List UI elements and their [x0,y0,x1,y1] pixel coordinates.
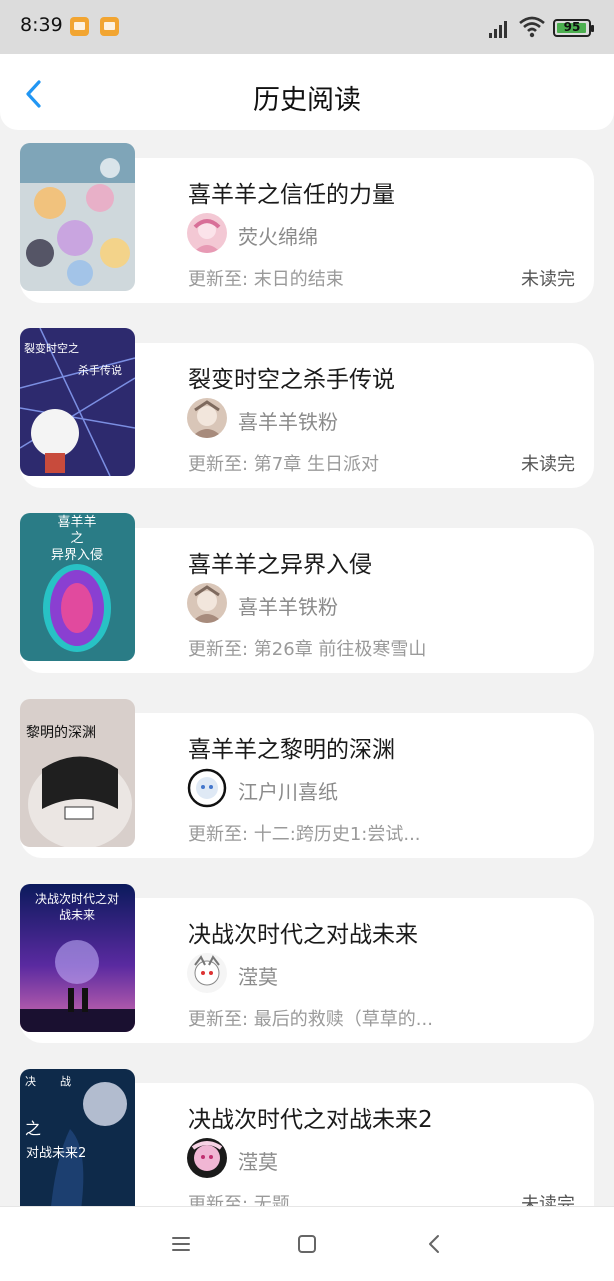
cover-text: 之 [25,1119,41,1138]
cover-text: 对战未来2 [26,1146,86,1161]
author-name: 喜羊羊铁粉 [238,410,338,434]
book-title: 决战次时代之对战未来2 [188,1107,433,1133]
book-cover[interactable]: 决战次时代之对 战未来 [20,884,135,1032]
latest-chapter: 更新至: 第26章 前往极寒雪山 [188,639,427,660]
latest-chapter: 更新至: 无题 [188,1194,290,1206]
battery-level: 95 [563,20,581,34]
latest-chapter: 更新至: 第7章 生日派对 [188,454,379,475]
cover-text: 决战次时代之对 [35,892,119,906]
cover-text: 战 [60,1075,71,1088]
book-cover[interactable]: 喜羊羊 之 异界入侵 [20,513,135,661]
status-time: 8:39 [20,14,63,36]
book-title: 裂变时空之杀手传说 [188,367,395,393]
system-nav-bar [0,1206,614,1281]
cover-text: 杀手传说 [78,363,122,377]
author-avatar [187,398,227,438]
book-title: 喜羊羊之黎明的深渊 [188,737,395,763]
home-icon[interactable] [294,1231,320,1257]
menu-icon[interactable] [168,1231,194,1257]
app-header: 历史阅读 [0,54,614,130]
read-status: 未读完 [521,454,575,475]
author-avatar [187,213,227,253]
history-list[interactable]: 喜羊羊之信任的力量 荧火绵绵 更新至: 末日的结束 未读完 裂变时空之杀手传说 … [0,130,614,1206]
book-cover[interactable]: 决 战 之 对战未来2 [20,1069,135,1206]
author-name: 江户川喜纸 [238,780,338,804]
cover-text: 黎明的深渊 [26,725,96,741]
status-bar: 8:39 95 [0,0,614,54]
book-title: 喜羊羊之信任的力量 [188,182,395,208]
cover-text: 异界入侵 [51,547,103,563]
page-title: 历史阅读 [253,85,361,116]
wifi-icon [519,16,545,38]
author-name: 滢莫 [238,965,278,989]
author-avatar [187,768,227,808]
back-icon[interactable] [422,1231,448,1257]
read-status: 未读完 [521,1194,575,1206]
book-cover[interactable] [20,143,135,291]
latest-chapter: 更新至: 末日的结束 [188,269,344,290]
book-cover[interactable]: 黎明的深渊 [20,699,135,847]
author-avatar [187,1138,227,1178]
cover-text: 裂变时空之 [24,341,79,355]
cover-text: 战未来 [59,908,95,922]
author-avatar [187,583,227,623]
notification-icon [100,17,119,36]
author-name: 荧火绵绵 [238,225,318,249]
battery-icon: 95 [553,19,594,37]
notification-icon [70,17,89,36]
signal-icon [489,20,513,38]
author-avatar [187,953,227,993]
book-cover[interactable]: 裂变时空之 杀手传说 [20,328,135,476]
author-name: 滢莫 [238,1150,278,1174]
read-status: 未读完 [521,269,575,290]
cover-text: 喜羊羊 [57,514,96,530]
latest-chapter: 更新至: 十二:跨历史1:尝试... [188,824,421,845]
book-title: 决战次时代之对战未来 [188,922,418,948]
cover-text: 决 [25,1075,36,1088]
latest-chapter: 更新至: 最后的救赎（草草的... [188,1009,433,1030]
cover-text: 之 [70,531,83,546]
book-title: 喜羊羊之异界入侵 [188,552,372,578]
author-name: 喜羊羊铁粉 [238,595,338,619]
